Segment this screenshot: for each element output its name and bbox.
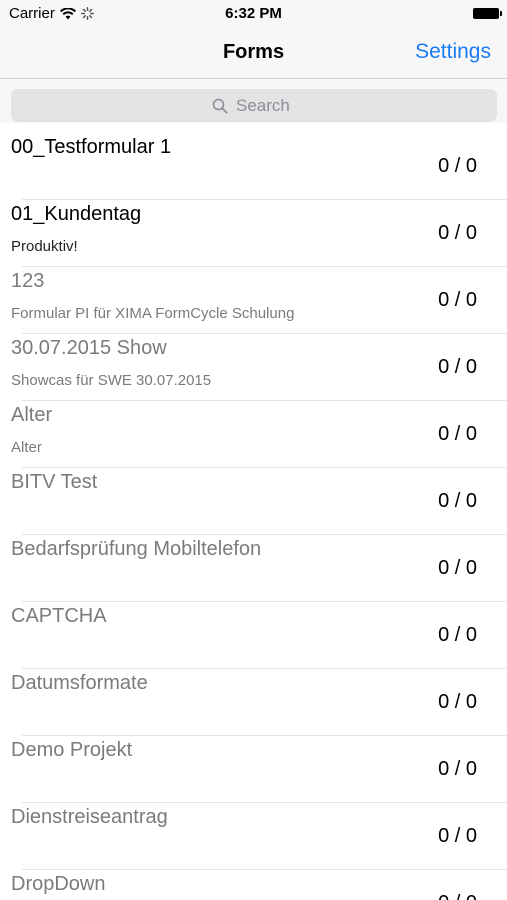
list-item[interactable]: Datumsformate 0 / 0 <box>0 669 507 736</box>
form-count: 0 / 0 <box>438 423 477 445</box>
list-item[interactable]: Demo Projekt 0 / 0 <box>0 736 507 803</box>
form-subtitle: Produktiv! <box>11 238 78 255</box>
search-bar <box>0 79 507 123</box>
form-title: 01_Kundentag <box>11 203 142 225</box>
form-title: Datumsformate <box>11 672 148 694</box>
form-count: 0 / 0 <box>438 825 477 847</box>
form-count: 0 / 0 <box>438 892 477 900</box>
search-icon <box>212 98 228 114</box>
form-subtitle: Showcas für SWE 30.07.2015 <box>11 372 212 389</box>
list-item[interactable]: Alter Alter 0 / 0 <box>0 401 507 468</box>
search-input[interactable] <box>236 95 296 116</box>
list-item[interactable]: 01_Kundentag Produktiv! 0 / 0 <box>0 200 507 267</box>
form-count: 0 / 0 <box>438 289 477 311</box>
form-title: CAPTCHA <box>11 605 107 627</box>
form-count: 0 / 0 <box>438 557 477 579</box>
forms-screen: Carrier 6:32 PM Forms Settings Search 00… <box>0 0 507 900</box>
list-item[interactable]: CAPTCHA 0 / 0 <box>0 602 507 669</box>
form-title: DropDown <box>11 873 106 895</box>
settings-button[interactable]: Settings <box>415 40 491 64</box>
form-title: Alter <box>11 404 53 426</box>
form-count: 0 / 0 <box>438 490 477 512</box>
list-item[interactable]: Bedarfsprüfung Mobiltelefon 0 / 0 <box>0 535 507 602</box>
form-subtitle: Alter <box>11 439 42 456</box>
form-count: 0 / 0 <box>438 356 477 378</box>
navigation-bar: Forms Settings <box>0 28 507 79</box>
form-count: 0 / 0 <box>438 624 477 646</box>
form-title: Dienstreiseantrag <box>11 806 168 828</box>
form-count: 0 / 0 <box>438 691 477 713</box>
form-subtitle: Formular PI für XIMA FormCycle Schulung <box>11 305 295 322</box>
form-title: 123 <box>11 270 45 292</box>
list-item[interactable]: BITV Test 0 / 0 <box>0 468 507 535</box>
form-count: 0 / 0 <box>438 155 477 177</box>
form-title: Bedarfsprüfung Mobiltelefon <box>11 538 262 560</box>
form-title: BITV Test <box>11 471 98 493</box>
status-time: 6:32 PM <box>225 5 282 22</box>
list-item[interactable]: Dienstreiseantrag 0 / 0 <box>0 803 507 870</box>
list-item[interactable]: DropDown 0 / 0 <box>0 870 507 900</box>
form-title: Demo Projekt <box>11 739 133 761</box>
form-title: 00_Testformular 1 <box>11 136 172 158</box>
form-title: 30.07.2015 Show <box>11 337 167 359</box>
status-bar: Carrier 6:32 PM <box>0 0 507 28</box>
list-item[interactable]: 123 Formular PI für XIMA FormCycle Schulu… <box>0 267 507 334</box>
search-field[interactable] <box>11 89 497 122</box>
list-item[interactable]: 30.07.2015 Show Showcas für SWE 30.07.201… <box>0 334 507 401</box>
form-count: 0 / 0 <box>438 222 477 244</box>
list-item[interactable]: 00_Testformular 1 0 / 0 <box>0 133 507 200</box>
form-count: 0 / 0 <box>438 758 477 780</box>
battery-icon <box>473 8 502 19</box>
forms-list: 00_Testformular 1 0 / 0 01_Kundentag Produk… <box>0 133 507 900</box>
